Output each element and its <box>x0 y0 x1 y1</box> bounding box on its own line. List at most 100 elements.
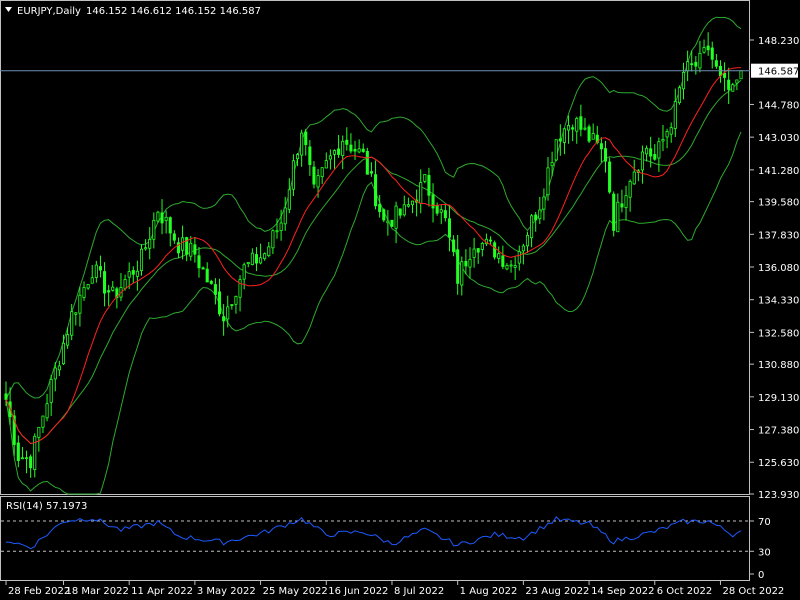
price-tick-label: 144.780 <box>758 100 799 111</box>
candle-body <box>690 63 694 66</box>
candle-body <box>702 47 706 53</box>
candle-body <box>710 47 714 60</box>
candle-body <box>521 245 525 252</box>
candle-body <box>550 162 554 167</box>
candle-body <box>628 181 632 198</box>
price-axis: 148.230 146.587 144.780 143.030 141.280 139.5… <box>750 36 799 501</box>
candle-body <box>103 271 107 294</box>
candle-body <box>456 249 460 284</box>
candle-body <box>57 365 61 371</box>
candle-body <box>275 230 279 233</box>
candle-body <box>567 125 571 131</box>
candle-body <box>148 239 152 249</box>
candle-body <box>193 244 197 255</box>
candle-body <box>226 306 230 320</box>
candle-body <box>123 279 127 289</box>
candle-body <box>41 415 45 428</box>
candle-body <box>390 219 394 227</box>
candle-body <box>616 201 620 233</box>
chart-header: EURJPY,Daily 146.152 146.612 146.152 146… <box>5 6 261 17</box>
candle-body <box>246 262 250 265</box>
candle-body <box>501 255 505 267</box>
candle-body <box>677 87 681 104</box>
candle-body <box>620 203 624 208</box>
rsi-tick-label: 30 <box>758 547 771 558</box>
candle-body <box>731 84 735 92</box>
rsi-label: RSI(14) 57.1973 <box>6 501 87 512</box>
time-tick-label: 16 Jun 2022 <box>328 586 388 597</box>
candle-body <box>82 287 86 298</box>
time-tick-label: 25 May 2022 <box>263 586 328 597</box>
candle-body <box>608 161 612 193</box>
candle-body <box>197 255 201 269</box>
candle-body <box>505 265 509 270</box>
candle-body <box>443 210 447 219</box>
price-tick-label: 137.830 <box>758 230 799 241</box>
candle-body <box>612 193 616 231</box>
candle-body <box>427 174 431 196</box>
candle-body <box>480 243 484 250</box>
candle-body <box>575 118 579 132</box>
candle-body <box>686 61 690 72</box>
candle-body <box>431 194 435 209</box>
candle-body <box>90 277 94 284</box>
candle-body <box>452 239 456 252</box>
candle-body <box>562 128 566 143</box>
candle-body <box>681 71 686 90</box>
candle-body <box>254 254 259 264</box>
candle-body <box>488 239 493 242</box>
candle-body <box>735 79 739 84</box>
candle-body <box>4 393 8 400</box>
candle-body <box>324 160 328 169</box>
candle-body <box>283 207 287 225</box>
candle-body <box>665 131 669 138</box>
candle-body <box>70 311 74 336</box>
candle-body <box>53 367 57 380</box>
candle-body <box>332 150 337 155</box>
candle-body <box>263 253 267 260</box>
candle-body <box>300 132 304 156</box>
candle-body <box>587 126 591 142</box>
candle-body <box>661 138 665 142</box>
candle-body <box>649 148 653 157</box>
candle-body <box>98 266 102 271</box>
candle-body <box>698 52 702 69</box>
candle-body <box>37 426 41 438</box>
candle-body <box>181 237 185 251</box>
price-tick-label: 125.630 <box>758 458 799 469</box>
candle-body <box>135 270 139 277</box>
candle-body <box>365 151 369 175</box>
candle-body <box>435 205 439 214</box>
candle-body <box>640 151 644 171</box>
candle-body <box>160 212 164 224</box>
candle-body <box>513 265 517 268</box>
candle-body <box>29 456 33 469</box>
candle-body <box>542 196 546 210</box>
candle-body <box>554 139 558 161</box>
current-price-label: 146.587 <box>758 67 799 78</box>
candle-body <box>558 138 562 142</box>
time-tick-label: 6 Oct 2022 <box>657 586 712 597</box>
candle-body <box>213 284 217 295</box>
time-tick-label: 8 Jul 2022 <box>394 586 444 597</box>
price-tick-label: 132.580 <box>758 328 799 339</box>
candle-body <box>209 280 213 284</box>
time-tick-label: 18 Mar 2022 <box>65 586 128 597</box>
candle-body <box>493 242 497 258</box>
candle-body <box>382 209 386 221</box>
candle-body <box>287 189 291 210</box>
price-tick-label: 129.130 <box>758 393 799 404</box>
candle-body <box>525 234 530 247</box>
candle-body <box>86 284 90 289</box>
candle-body <box>378 204 382 212</box>
candle-body <box>472 248 476 258</box>
candle-body <box>653 154 657 160</box>
candle-body <box>66 334 70 346</box>
candle-body <box>189 242 193 257</box>
candle-body <box>497 253 501 259</box>
candle-body <box>357 148 361 153</box>
candle-body <box>16 442 20 461</box>
candle-body <box>304 131 308 146</box>
candle-body <box>94 264 98 278</box>
candle-body <box>111 286 115 291</box>
